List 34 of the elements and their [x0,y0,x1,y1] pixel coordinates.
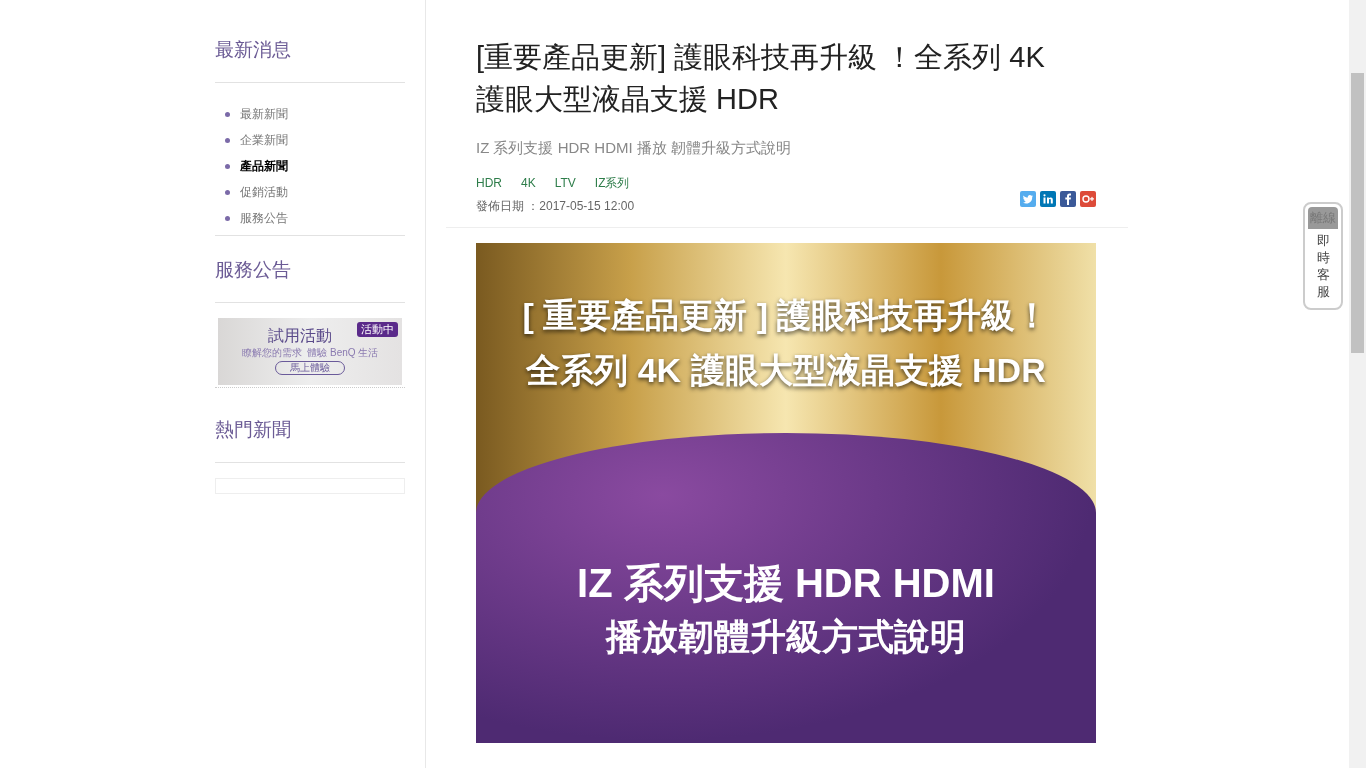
twitter-share-icon[interactable] [1020,190,1036,207]
tag-link[interactable]: 4K [521,173,536,192]
sidebar-link[interactable]: 促銷活動 [240,183,288,201]
bullet-icon [225,111,230,117]
bullet-icon [225,163,230,169]
sidebar-link[interactable]: 最新新聞 [240,105,288,123]
tag-link[interactable]: IZ系列 [594,173,630,192]
tag-link[interactable]: HDR [476,173,502,192]
sidebar-link[interactable]: 服務公告 [240,209,288,227]
promo-subtitle: 瞭解您的需求 體驗 BenQ 生活 [241,346,379,360]
scrollbar[interactable] [1349,0,1366,768]
bullet-icon [225,215,230,221]
section-heading: 熱門新聞 [215,418,292,442]
banner-text: 全系列 4K 護眼大型液晶支援 HDR [526,349,1046,391]
chat-label: 即時客服 [1316,233,1330,301]
linkedin-share-icon[interactable] [1040,190,1056,207]
gplus-share-icon[interactable] [1080,190,1096,207]
banner-text: [ 重要產品更新 ] 護眼科技再升級！ [522,294,1050,336]
section-heading: 最新消息 [215,38,292,62]
tag-link[interactable]: LTV [554,173,576,192]
promo-banner[interactable]: 試用活動 活動中 瞭解您的需求 體驗 BenQ 生活 馬上體驗 [218,318,402,385]
bullet-icon [225,137,230,143]
sidebar-link[interactable]: 產品新聞 [240,157,288,175]
publish-date: 發佈日期 ：2017-05-15 12:00 [476,197,635,215]
facebook-share-icon[interactable] [1060,190,1076,207]
banner-text: IZ 系列支援 HDR HDMI [577,559,995,607]
article-title: [重要產品更新] 護眼科技再升級 ！全系列 4K 護眼大型液晶支援 HDR [476,40,1046,117]
article-subtitle: IZ 系列支援 HDR HDMI 播放 韌體升級方式說明 [476,138,792,158]
bullet-icon [225,189,230,195]
banner-text: 播放韌體升級方式說明 [606,614,966,659]
promo-badge: 活動中 [357,322,398,337]
sidebar-link[interactable]: 企業新聞 [240,131,288,149]
promo-title: 試用活動 [268,326,332,346]
section-heading: 服務公告 [215,258,292,282]
